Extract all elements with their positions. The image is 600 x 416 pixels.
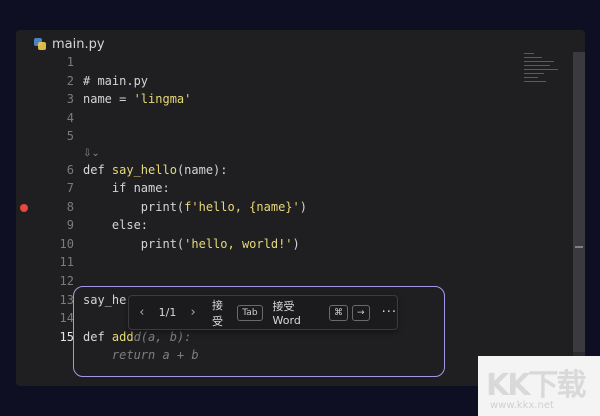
next-suggestion-button[interactable]: › <box>180 305 206 320</box>
code-line-10[interactable]: print('hello, world!') <box>83 237 300 251</box>
code-token: ) <box>299 200 307 214</box>
code-string: 'hello, world!' <box>184 237 293 251</box>
line-number: 10 <box>59 237 74 251</box>
watermark: KK下载 www.kkx.net <box>478 356 600 416</box>
line-number: 11 <box>59 255 74 269</box>
more-options-button[interactable]: ··· <box>382 305 397 320</box>
code-line-2[interactable]: # main.py <box>83 74 148 88</box>
python-icon <box>34 38 46 50</box>
arrow-key-badge: → <box>352 304 370 321</box>
previous-suggestion-button[interactable]: ‹ <box>129 305 155 320</box>
code-lens-icon[interactable]: ⇩⌄ <box>83 148 100 159</box>
inline-suggestion-toolbar: ‹ 1/1 › 接受 Tab 接受 Word ⌘ → ··· <box>128 295 398 330</box>
tab-filename: main.py <box>52 36 105 52</box>
code-token: name = <box>83 92 134 106</box>
command-key-badge: ⌘ <box>329 304 349 321</box>
code-function-name: say_hello <box>111 163 177 177</box>
line-number: 4 <box>66 111 74 125</box>
code-line-7[interactable]: if name: <box>83 181 170 195</box>
code-token: print( <box>83 200 185 214</box>
code-string: f'hello, {name}' <box>184 200 300 214</box>
accept-button[interactable]: 接受 Tab <box>212 297 263 329</box>
tab-key-badge: Tab <box>237 304 263 321</box>
accept-word-button[interactable]: 接受 Word ⌘ → <box>273 298 370 327</box>
line-number: 6 <box>66 163 74 177</box>
line-number: 9 <box>66 218 74 232</box>
scrollbar-marker <box>575 246 583 248</box>
scrollbar-thumb[interactable] <box>573 52 585 352</box>
code-token: print( <box>83 237 185 251</box>
code-line-6[interactable]: def say_hello(name): <box>83 163 228 177</box>
code-line-3[interactable]: name = 'lingma' <box>83 92 191 106</box>
watermark-logo: KK下载 <box>486 368 586 403</box>
watermark-url: www.kkx.net <box>490 400 554 411</box>
code-string: 'lingma' <box>133 92 192 106</box>
line-number: 12 <box>59 274 74 288</box>
code-line-9[interactable]: else: <box>83 218 148 232</box>
code-token: ) <box>292 237 300 251</box>
line-number: 1 <box>66 55 74 69</box>
code-token: (name): <box>176 163 228 177</box>
line-number: 13 <box>59 293 74 307</box>
line-number: 14 <box>59 311 74 325</box>
line-number: 3 <box>66 92 74 106</box>
line-number: 2 <box>66 74 74 88</box>
code-line-8[interactable]: print(f'hello, {name}') <box>83 200 307 214</box>
breakpoint-dot[interactable] <box>20 204 28 212</box>
line-number: 7 <box>66 181 74 195</box>
accept-label: 接受 <box>211 298 223 328</box>
code-keyword: def <box>83 163 112 177</box>
minimap[interactable] <box>524 50 569 110</box>
line-number-active: 15 <box>59 330 74 344</box>
suggestion-counter: 1/1 <box>158 306 177 319</box>
accept-word-label: 接受 Word <box>272 300 301 327</box>
file-tab[interactable]: main.py <box>34 34 105 54</box>
line-number: 5 <box>66 129 74 143</box>
line-number: 8 <box>66 200 74 214</box>
